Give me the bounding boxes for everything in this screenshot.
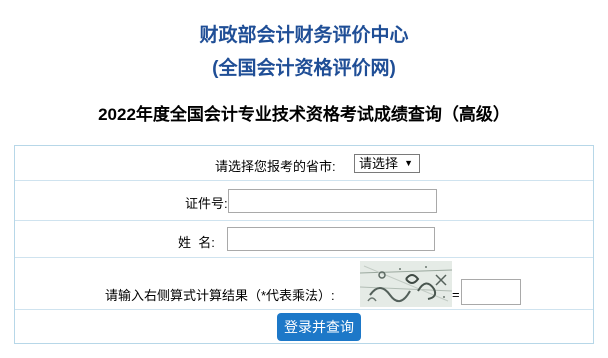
submit-row: 登录并查询 bbox=[15, 310, 593, 344]
query-form: 请选择您报考的省市: 请选择 ▼ 证件号: 姓 名: 请输入右侧算式计算结果（*… bbox=[14, 145, 594, 344]
province-select[interactable]: 请选择 ▼ bbox=[354, 154, 420, 173]
captcha-noise-icon bbox=[360, 261, 452, 307]
name-row: 姓 名: bbox=[15, 221, 593, 258]
province-label: 请选择您报考的省市: bbox=[215, 159, 336, 174]
site-name: (全国会计资格评价网) bbox=[212, 58, 396, 79]
page-title: 2022年度全国会计专业技术资格考试成绩查询（高级） bbox=[98, 105, 510, 124]
login-query-button[interactable]: 登录并查询 bbox=[277, 313, 361, 341]
captcha-row: 请输入右侧算式计算结果（*代表乘法）: = bbox=[15, 258, 593, 310]
name-input[interactable] bbox=[227, 227, 435, 251]
id-number-input[interactable] bbox=[228, 189, 437, 213]
province-row: 请选择您报考的省市: 请选择 ▼ bbox=[15, 146, 593, 181]
province-selected-value: 请选择 bbox=[359, 156, 399, 171]
org-name: 财政部会计财务评价中心 bbox=[199, 25, 409, 46]
captcha-answer-input[interactable] bbox=[461, 279, 521, 305]
captcha-image[interactable] bbox=[360, 261, 452, 307]
id-row: 证件号: bbox=[15, 181, 593, 221]
name-label: 姓 名: bbox=[178, 235, 215, 250]
id-label: 证件号: bbox=[185, 196, 228, 211]
captcha-label: 请输入右侧算式计算结果（*代表乘法）: bbox=[105, 288, 335, 303]
dropdown-arrow-icon: ▼ bbox=[404, 158, 413, 168]
equals-sign: = bbox=[452, 287, 460, 302]
